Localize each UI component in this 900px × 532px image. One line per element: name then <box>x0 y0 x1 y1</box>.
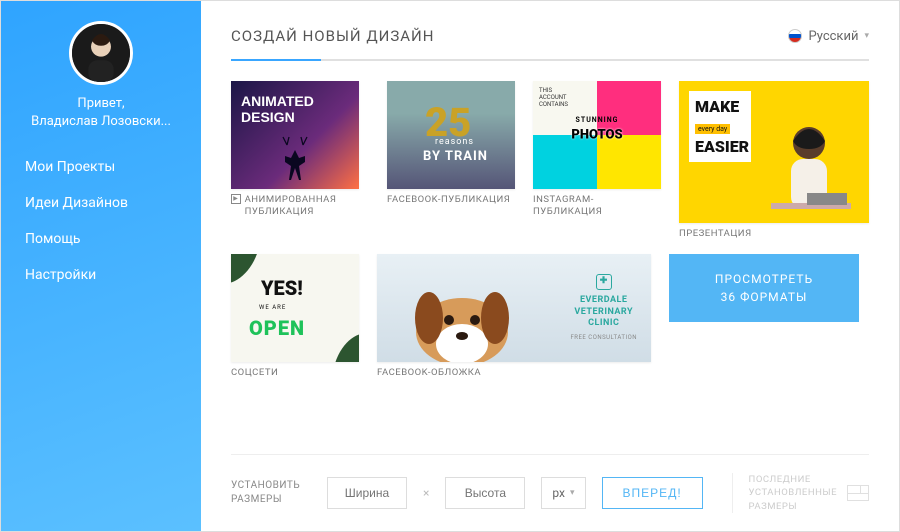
template-label: FACEBOOK-ОБЛОЖКА <box>377 367 651 379</box>
thumb-everyday: every day <box>695 124 730 134</box>
template-animated-post[interactable]: ANIMATED DESIGN ▶ АНИМИРОВАННАЯ ПУБЛИКАЦ… <box>231 81 369 218</box>
height-input[interactable] <box>445 477 525 509</box>
template-facebook-post[interactable]: 25 reasons BY TRAIN FACEBOOK-ПУБЛИКАЦИЯ <box>387 81 515 206</box>
thumb-stunning: STUNNING <box>576 116 619 124</box>
template-social[interactable]: YES! WE ARE OPEN СОЦСЕТИ <box>231 254 359 379</box>
plus-icon: ✚ <box>596 274 612 290</box>
custom-size-bar: УСТАНОВИТЬ РАЗМЕРЫ × px ▾ ВПЕРЕД! ПОСЛЕД… <box>231 454 869 513</box>
language-label: Русский <box>808 29 858 44</box>
thumb-photos: PHOTOS <box>571 128 622 143</box>
greeting: Привет, Владислав Лозовски... <box>1 95 201 131</box>
template-thumb: ✚ EVERDALE VETERINARY CLINIC FREE CONSUL… <box>377 254 651 362</box>
avatar[interactable] <box>69 21 133 85</box>
sidebar-item-help[interactable]: Помощь <box>1 221 201 257</box>
template-label: АНИМИРОВАННАЯ ПУБЛИКАЦИЯ <box>245 194 369 218</box>
cta-line1: ПРОСМОТРЕТЬ <box>679 270 849 288</box>
width-input[interactable] <box>327 477 407 509</box>
thumb-open: OPEN <box>249 316 305 340</box>
custom-size-label: УСТАНОВИТЬ РАЗМЕРЫ <box>231 479 311 507</box>
template-label: СОЦСЕТИ <box>231 367 359 379</box>
thumb-yes: YES! <box>261 276 303 300</box>
recent-sizes: ПОСЛЕДНИЕ УСТАНОВЛЕННЫЕ РАЗМЕРЫ <box>732 473 869 513</box>
sidebar-item-settings[interactable]: Настройки <box>1 257 201 293</box>
template-label: ПРЕЗЕНТАЦИЯ <box>679 228 869 240</box>
template-label: FACEBOOK-ПУБЛИКАЦИЯ <box>387 194 515 206</box>
go-button[interactable]: ВПЕРЕД! <box>602 477 703 509</box>
layout-icon[interactable] <box>847 485 869 501</box>
template-label: INSTAGRAM-ПУБЛИКАЦИЯ <box>533 194 661 218</box>
main: СОЗДАЙ НОВЫЙ ДИЗАЙН Русский ▾ ANIMATED D… <box>201 1 899 531</box>
view-all-formats-button[interactable]: ПРОСМОТРЕТЬ 36 ФОРМАТЫ <box>669 254 859 322</box>
greeting-hello: Привет, <box>11 95 191 113</box>
person-icon <box>761 113 861 223</box>
thumb-easier: EASIER <box>695 137 745 156</box>
template-thumb: MAKE every day EASIER <box>679 81 869 223</box>
recent-sizes-label: ПОСЛЕДНИЕ УСТАНОВЛЕННЫЕ РАЗМЕРЫ <box>749 473 837 513</box>
unit-selector[interactable]: px ▾ <box>541 477 585 509</box>
thumb-subtext: reasons <box>435 137 474 147</box>
flag-icon <box>788 29 802 43</box>
thumb-clinic: ✚ EVERDALE VETERINARY CLINIC FREE CONSUL… <box>570 274 637 342</box>
thumb-subtext2: BY TRAIN <box>423 149 488 164</box>
unit-label: px <box>552 486 565 500</box>
sidebar-item-projects[interactable]: Мои Проекты <box>1 149 201 185</box>
template-thumb: 25 reasons BY TRAIN <box>387 81 515 189</box>
play-icon: ▶ <box>231 194 241 204</box>
template-instagram-post[interactable]: THIS ACCOUNT CONTAINS STUNNING PHOTOS IN… <box>533 81 661 218</box>
cta-line2: 36 ФОРМАТЫ <box>679 288 849 306</box>
chevron-down-icon: ▾ <box>570 488 575 498</box>
template-facebook-cover[interactable]: ✚ EVERDALE VETERINARY CLINIC FREE CONSUL… <box>377 254 651 379</box>
deer-icon <box>270 133 320 183</box>
template-thumb: THIS ACCOUNT CONTAINS STUNNING PHOTOS <box>533 81 661 189</box>
nav: Мои Проекты Идеи Дизайнов Помощь Настрой… <box>1 149 201 293</box>
template-presentation[interactable]: MAKE every day EASIER ПРЕЗЕНТАЦИЯ <box>679 81 869 240</box>
sidebar: Привет, Владислав Лозовски... Мои Проект… <box>1 1 201 531</box>
thumb-make: MAKE <box>695 97 745 116</box>
greeting-username: Владислав Лозовски... <box>11 113 191 131</box>
language-selector[interactable]: Русский ▾ <box>788 29 869 44</box>
title-underline <box>231 59 869 61</box>
chevron-down-icon: ▾ <box>864 31 869 41</box>
thumb-text: ANIMATED DESIGN <box>241 93 314 125</box>
dog-icon <box>397 262 527 362</box>
times-icon: × <box>423 486 429 500</box>
header: СОЗДАЙ НОВЫЙ ДИЗАЙН Русский ▾ <box>231 27 869 45</box>
template-thumb: ANIMATED DESIGN <box>231 81 359 189</box>
thumb-we-are: WE ARE <box>259 304 286 311</box>
sidebar-item-ideas[interactable]: Идеи Дизайнов <box>1 185 201 221</box>
page-title: СОЗДАЙ НОВЫЙ ДИЗАЙН <box>231 27 434 45</box>
template-thumb: YES! WE ARE OPEN <box>231 254 359 362</box>
